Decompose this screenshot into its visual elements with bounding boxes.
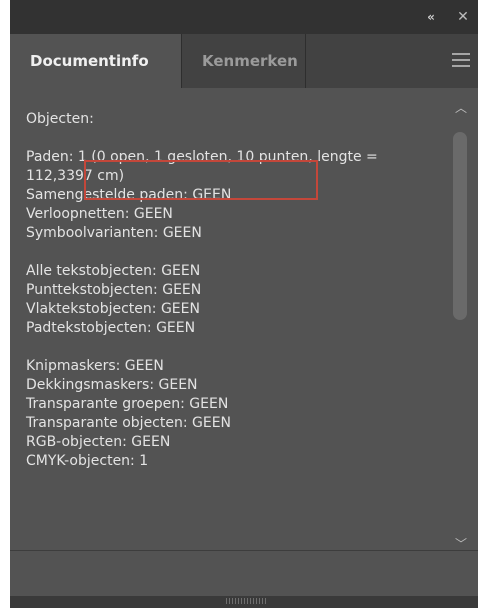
info-line-punttekstobjecten: Punttekstobjecten: GEEN: [26, 282, 202, 298]
scroll-down-icon[interactable]: ﹀: [450, 534, 472, 554]
collapse-icon[interactable]: «: [420, 8, 440, 26]
panel-menu-icon[interactable]: [452, 53, 470, 67]
info-line-objecten: Objecten:: [26, 111, 94, 127]
info-line-symboolvarianten: Symboolvarianten: GEEN: [26, 225, 202, 241]
info-line-knipmaskers: Knipmaskers: GEEN: [26, 358, 164, 374]
info-line-cmyk-objecten: CMYK-objecten: 1: [26, 453, 149, 469]
resize-grip-icon[interactable]: [226, 598, 266, 604]
scrollbar-thumb[interactable]: [453, 132, 467, 320]
tab-kenmerken[interactable]: Kenmerken: [182, 34, 306, 88]
vertical-scrollbar[interactable]: ︿ ﹀: [450, 98, 472, 554]
document-info-content: Objecten: Paden: 1 (0 open, 1 gesloten, …: [10, 88, 446, 548]
tab-documentinfo[interactable]: Documentinfo: [10, 34, 182, 88]
panel-divider: [10, 550, 478, 551]
info-line-alle-tekstobjecten: Alle tekstobjecten: GEEN: [26, 263, 201, 279]
tab-bar: Documentinfo Kenmerken: [10, 34, 478, 88]
info-line-dekkingsmaskers: Dekkingsmaskers: GEEN: [26, 377, 198, 393]
info-line-samengestelde-paden: Samengestelde paden: GEEN: [26, 187, 232, 203]
info-line-transparante-objecten: Transparante objecten: GEEN: [26, 415, 232, 431]
scroll-up-icon[interactable]: ︿: [450, 98, 472, 118]
info-line-paden: Paden: 1 (0 open, 1 gesloten, 10 punten,…: [26, 149, 378, 184]
panel-bottom-bar: [10, 596, 478, 608]
document-info-panel: « ✕ Documentinfo Kenmerken Objecten: Pad…: [10, 0, 478, 608]
info-line-vlaktekstobjecten: Vlaktekstobjecten: GEEN: [26, 301, 200, 317]
info-line-transparante-groepen: Transparante groepen: GEEN: [26, 396, 229, 412]
close-icon[interactable]: ✕: [453, 8, 473, 26]
info-line-verloopnetten: Verloopnetten: GEEN: [26, 206, 173, 222]
panel-title-strip: « ✕: [10, 0, 478, 34]
info-line-padtekstobjecten: Padtekstobjecten: GEEN: [26, 320, 196, 336]
info-line-rgb-objecten: RGB-objecten: GEEN: [26, 434, 171, 450]
